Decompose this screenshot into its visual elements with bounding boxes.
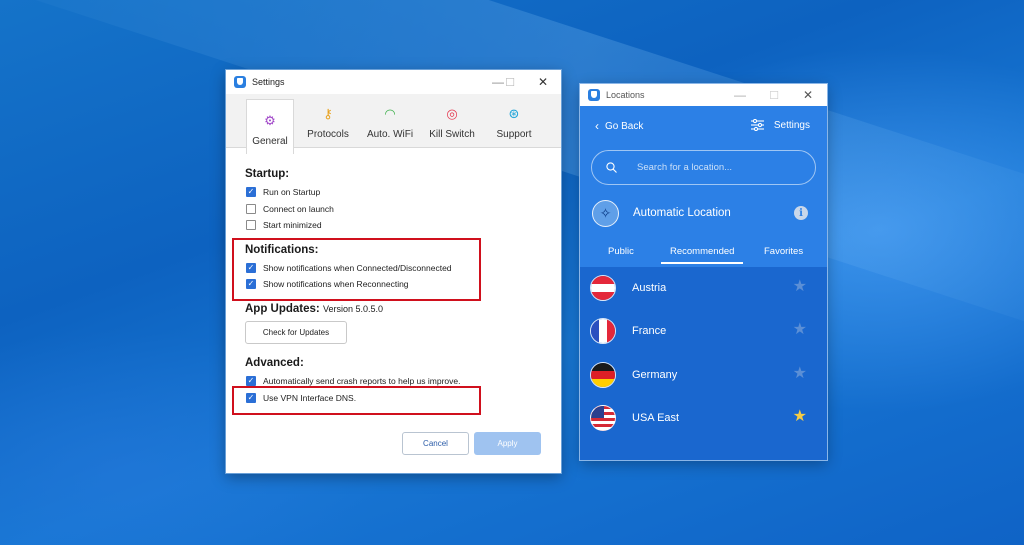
check-for-updates-button[interactable]: Check for Updates (245, 321, 347, 344)
shield-app-icon (588, 89, 600, 101)
star-icon[interactable]: ★ (793, 322, 807, 338)
checkmark-icon: ✓ (246, 187, 256, 197)
settings-label: Settings (773, 119, 810, 131)
run-on-startup-checkbox[interactable]: ✓ Run on Startup (246, 187, 320, 197)
notifications-heading: Notifications: (245, 244, 319, 256)
country-name: Germany (632, 369, 678, 381)
germany-flag-icon (590, 362, 616, 388)
start-minimized-checkbox[interactable]: Start minimized (246, 220, 322, 230)
checkmark-icon: ✓ (246, 279, 256, 289)
crash-reports-checkbox[interactable]: ✓ Automatically send crash reports to he… (246, 376, 460, 386)
app-updates-title: App Updates: (245, 303, 320, 315)
settings-link[interactable]: Settings (750, 119, 810, 131)
location-search-box[interactable] (591, 150, 816, 185)
settings-window-title: Settings (252, 77, 285, 87)
key-icon: ⚷ (323, 106, 333, 121)
checkmark-icon: ✓ (246, 393, 256, 403)
location-row-france[interactable]: France ★ (590, 316, 815, 346)
tab-protocols[interactable]: ⚷ Protocols (300, 94, 356, 147)
tab-auto-wifi[interactable]: ◠ Auto. WiFi (362, 94, 418, 147)
country-name: USA East (632, 412, 680, 424)
connect-on-launch-checkbox[interactable]: Connect on launch (246, 204, 334, 214)
notify-reconnecting-checkbox[interactable]: ✓ Show notifications when Reconnecting (246, 279, 409, 289)
location-row-austria[interactable]: Austria ★ (590, 273, 815, 303)
startup-heading: Startup: (245, 168, 290, 180)
tab-label: Auto. WiFi (366, 129, 414, 140)
tab-general[interactable]: ⚙ General (246, 99, 294, 154)
star-filled-icon[interactable]: ★ (793, 409, 807, 425)
checkbox-label: Show notifications when Reconnecting (263, 279, 409, 289)
settings-titlebar[interactable]: Settings — ☐ ✕ (226, 70, 561, 94)
go-back-label: Go Back (605, 120, 644, 132)
cancel-button[interactable]: Cancel (402, 432, 469, 455)
austria-flag-icon (590, 275, 616, 301)
location-tabs: Public Recommended Favorites (580, 246, 827, 266)
tab-kill-switch[interactable]: ◎ Kill Switch (424, 94, 480, 147)
go-back-link[interactable]: ‹ Go Back (595, 119, 643, 133)
checkbox-empty-icon (246, 220, 256, 230)
apply-button[interactable]: Apply (474, 432, 541, 455)
chevron-left-icon: ‹ (595, 119, 599, 133)
tab-favorites[interactable]: Favorites (764, 246, 803, 257)
search-input[interactable] (637, 162, 787, 173)
checkbox-label: Automatically send crash reports to help… (263, 376, 461, 386)
locations-window: Locations — ☐ ✕ ‹ Go Back Settings ✧ Aut… (580, 84, 827, 460)
support-icon: ⊛ (508, 106, 520, 121)
shield-app-icon (234, 76, 246, 88)
wifi-icon: ◠ (384, 106, 396, 121)
checkbox-label: Run on Startup (263, 187, 321, 197)
usa-flag-icon (590, 405, 616, 431)
tab-public[interactable]: Public (608, 246, 634, 257)
close-button[interactable]: ✕ (800, 87, 816, 103)
tab-label: General (252, 136, 288, 147)
france-flag-icon (590, 318, 616, 344)
close-button[interactable]: ✕ (535, 74, 551, 90)
maximize-button[interactable]: ☐ (502, 74, 518, 90)
tab-support[interactable]: ⊛ Support (486, 94, 542, 147)
app-version: Version 5.0.5.0 (322, 304, 383, 314)
automatic-location-label: Automatic Location (633, 207, 731, 219)
maximize-button[interactable]: ☐ (766, 87, 782, 103)
sliders-icon (750, 119, 764, 131)
kill-switch-icon: ◎ (446, 106, 458, 121)
settings-tab-bar: ⚙ General ⚷ Protocols ◠ Auto. WiFi ◎ Kil… (226, 94, 561, 154)
notify-connected-checkbox[interactable]: ✓ Show notifications when Connected/Disc… (246, 263, 452, 273)
app-updates-heading: App Updates: Version 5.0.5.0 (245, 303, 383, 315)
tab-label: Protocols (307, 129, 349, 140)
checkbox-label: Show notifications when Connected/Discon… (263, 263, 452, 273)
checkmark-icon: ✓ (246, 263, 256, 273)
tab-recommended[interactable]: Recommended (660, 246, 744, 264)
info-icon[interactable]: i (794, 206, 808, 220)
locations-window-title: Locations (606, 90, 645, 100)
minimize-button[interactable]: — (732, 87, 748, 103)
country-name: France (632, 325, 667, 337)
checkbox-label: Start minimized (263, 220, 322, 230)
settings-window: Settings — ☐ ✕ ⚙ General ⚷ Protocols ◠ A… (226, 70, 561, 473)
star-icon[interactable]: ★ (793, 366, 807, 382)
checkbox-empty-icon (246, 204, 256, 214)
gear-icon: ⚙ (264, 113, 276, 128)
location-row-usa-east[interactable]: USA East ★ (590, 403, 815, 433)
locations-titlebar[interactable]: Locations — ☐ ✕ (580, 84, 827, 106)
vpn-interface-dns-checkbox[interactable]: ✓ Use VPN Interface DNS. (246, 393, 356, 403)
advanced-heading: Advanced: (245, 357, 304, 369)
wand-icon: ✧ (592, 199, 619, 227)
checkbox-label: Connect on launch (263, 204, 334, 214)
location-row-germany[interactable]: Germany ★ (590, 360, 815, 390)
star-icon[interactable]: ★ (793, 279, 807, 295)
search-icon (606, 162, 617, 173)
automatic-location-row[interactable]: ✧ Automatic Location i (592, 199, 817, 227)
checkbox-label: Use VPN Interface DNS. (263, 393, 357, 403)
tab-label: Support (496, 129, 532, 140)
checkmark-icon: ✓ (246, 376, 256, 386)
country-name: Austria (632, 282, 667, 294)
tab-label: Kill Switch (429, 129, 475, 140)
